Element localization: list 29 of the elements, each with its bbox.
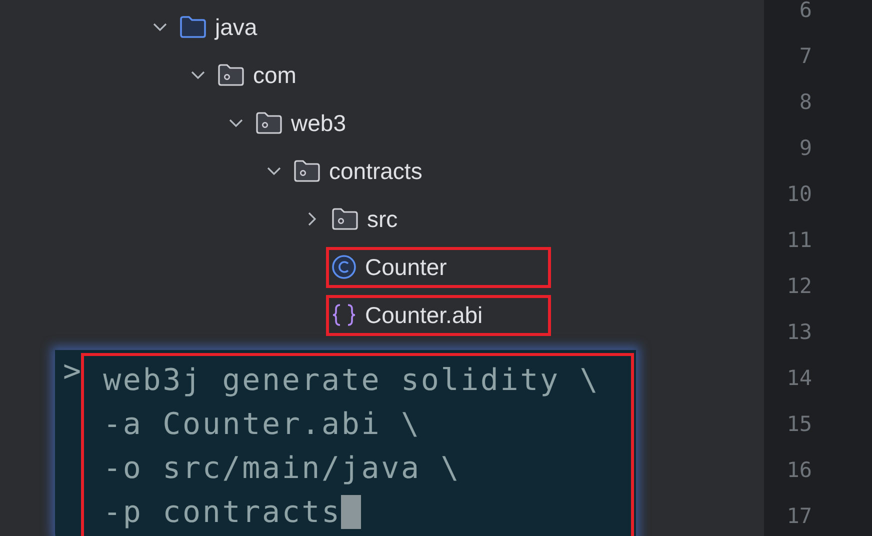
tree-item[interactable]: com — [212, 54, 308, 96]
text-cursor — [341, 495, 362, 529]
class-icon — [331, 254, 357, 280]
folder-icon — [179, 15, 207, 39]
package-folder-icon — [255, 111, 283, 135]
tree-item[interactable]: web3 — [250, 102, 357, 144]
line-number: 7 — [798, 43, 812, 70]
tree-item[interactable]: Counter.abi — [326, 294, 551, 336]
tree-item[interactable]: Counter — [326, 246, 551, 288]
line-number: 10 — [786, 181, 812, 208]
line-number: 9 — [798, 135, 812, 162]
tree-item[interactable]: src — [326, 198, 409, 240]
tree-item[interactable]: java — [174, 6, 268, 48]
command-text: web3j generate solidity \ -a Counter.abi \ -o src/main/java \ -p contracts — [81, 353, 634, 536]
line-number: 13 — [786, 319, 812, 346]
prompt-symbol: > — [62, 353, 82, 390]
package-folder-icon — [217, 63, 245, 87]
package-folder-icon — [331, 207, 359, 231]
line-number: 11 — [786, 227, 812, 254]
tree-item[interactable]: contracts — [288, 150, 434, 192]
line-number: 12 — [786, 273, 812, 300]
package-folder-icon — [293, 159, 321, 183]
line-number: 14 — [786, 365, 812, 392]
line-number: 17 — [786, 503, 812, 530]
line-number: 6 — [798, 0, 812, 24]
line-number: 16 — [786, 457, 812, 484]
braces-icon — [331, 302, 357, 328]
line-number: 15 — [786, 411, 812, 438]
line-number: 8 — [798, 89, 812, 116]
